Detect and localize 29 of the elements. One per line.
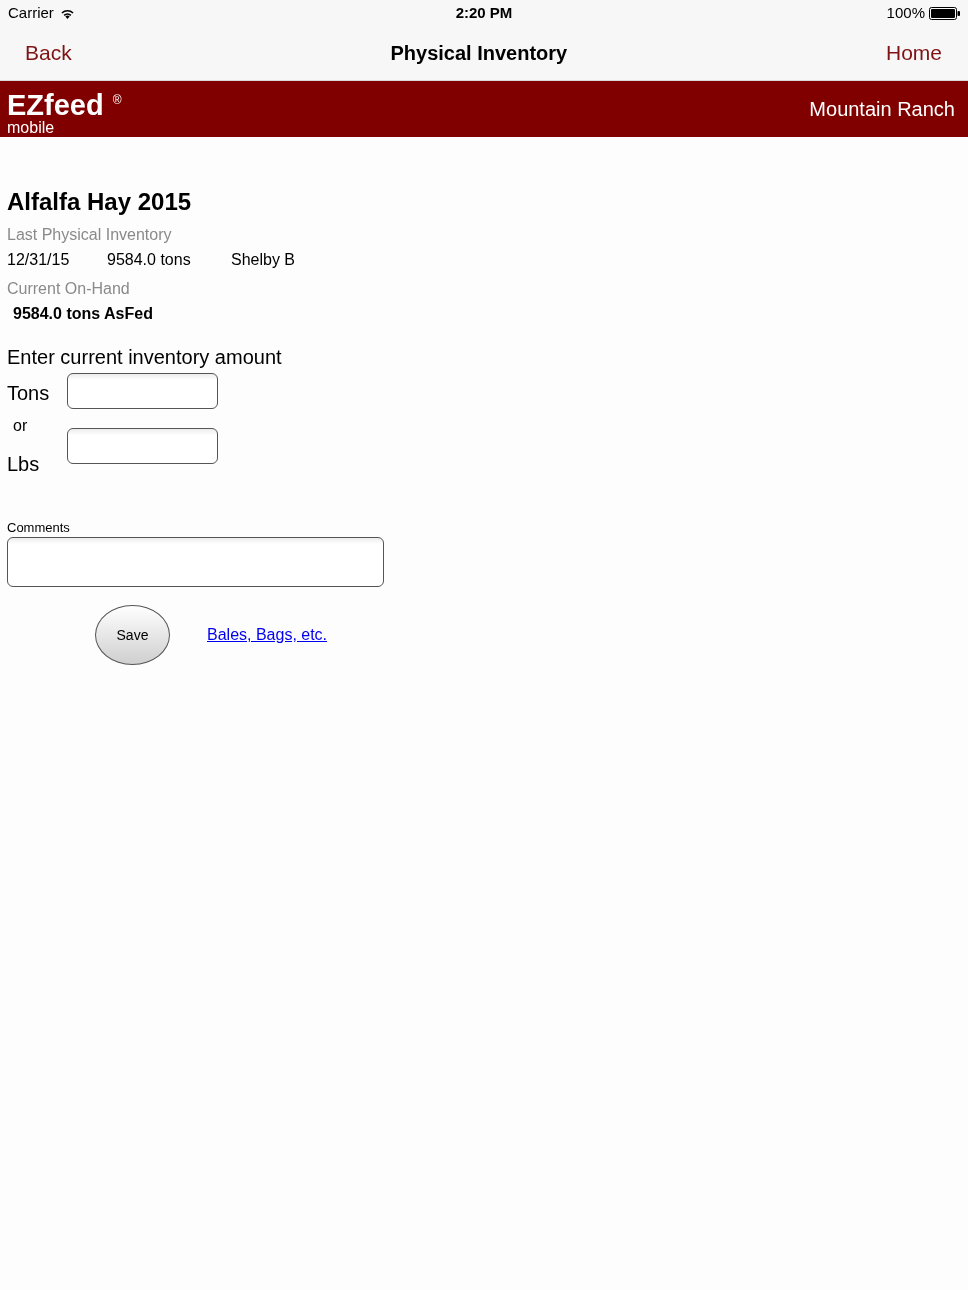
field-label: Lbs — [7, 452, 41, 476]
page-title: Physical Inventory — [390, 41, 568, 65]
section-label: Last Physical Inventory — [7, 225, 172, 245]
bales-bags-link[interactable]: Bales, Bags, etc. — [207, 625, 328, 645]
battery-icon — [929, 6, 960, 20]
inventory-value: Shelby B — [231, 250, 297, 270]
logo-tagline: mobile — [7, 120, 56, 136]
save-button[interactable]: Save — [95, 605, 170, 665]
wifi-icon — [59, 7, 75, 19]
comments-label: Comments — [7, 520, 70, 536]
section-label: Current On-Hand — [7, 279, 130, 299]
on-hand-amount: 9584.0 tons AsFed — [12, 304, 153, 324]
input-field[interactable] — [67, 428, 218, 464]
carrier-name: Carrier — [8, 4, 54, 22]
input-field[interactable] — [67, 373, 218, 409]
logo-text: EZfeed — [7, 90, 104, 120]
back-link[interactable]: Back — [25, 40, 72, 66]
home-link[interactable]: Home — [885, 40, 942, 66]
ranch-name: Mountain Ranch — [809, 97, 955, 121]
item-title: Alfalfa Hay 2015 — [7, 188, 192, 216]
inventory-value: 9584.0 tons — [107, 250, 192, 270]
comments-field[interactable] — [7, 537, 384, 587]
field-label: Tons — [7, 381, 51, 405]
registered-mark: ® — [112, 93, 122, 107]
clock-time: 2:20 PM — [455, 4, 513, 22]
entry-heading: Enter current inventory amount — [7, 345, 282, 369]
inventory-value: 12/31/15 — [7, 250, 71, 270]
separator-text: or — [12, 416, 29, 436]
battery-percent: 100% — [886, 4, 925, 22]
